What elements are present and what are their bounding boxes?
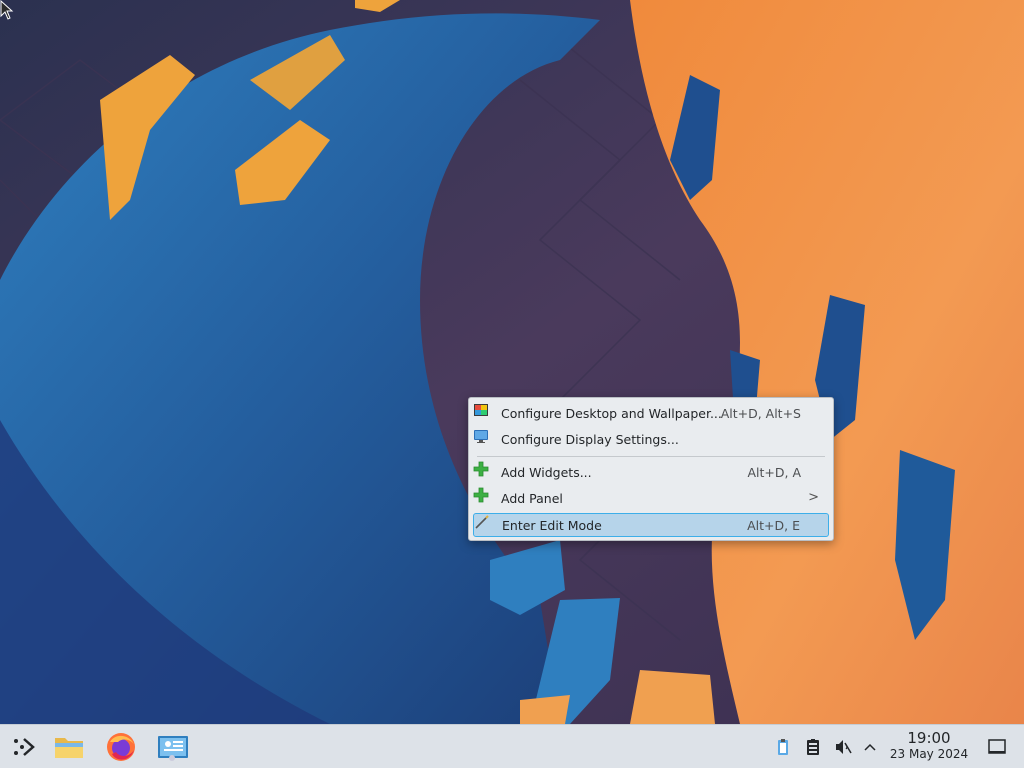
digital-clock[interactable]: 19:00 23 May 2024 (884, 729, 974, 765)
show-desktop-icon (988, 739, 1006, 754)
configure-desktop-icon (474, 404, 488, 416)
taskbar: 19:00 23 May 2024 (0, 724, 1024, 768)
tray-clipboard-paste[interactable] (773, 737, 793, 757)
menu-item-enter-edit-mode[interactable]: Enter Edit Mode Alt+D, E (473, 513, 829, 537)
clipboard-icon (807, 739, 819, 755)
display-settings-icon (474, 430, 488, 443)
volume-muted-icon (836, 740, 852, 754)
firefox-icon (107, 733, 135, 761)
menu-separator (477, 456, 825, 457)
clipboard-paste-icon (778, 739, 788, 755)
menu-item-add-widgets[interactable]: Add Widgets... Alt+D, A (473, 461, 829, 485)
desktop-wallpaper[interactable]: Configure Desktop and Wallpaper... Alt+D… (0, 0, 1024, 724)
add-icon (473, 487, 489, 503)
menu-item-configure-desktop[interactable]: Configure Desktop and Wallpaper... Alt+D… (473, 402, 829, 426)
taskbar-file-manager[interactable] (52, 730, 86, 764)
clock-date: 23 May 2024 (889, 747, 969, 761)
kde-launcher-icon (14, 738, 35, 756)
menu-item-label: Add Widgets... (501, 465, 592, 480)
tray-volume[interactable] (833, 737, 853, 757)
expand-tray-icon (864, 743, 876, 751)
tray-clipboard[interactable] (803, 737, 823, 757)
menu-item-shortcut: Alt+D, E (747, 518, 800, 533)
menu-item-configure-display[interactable]: Configure Display Settings... (473, 428, 829, 452)
application-launcher-button[interactable] (6, 730, 40, 764)
menu-item-label: Enter Edit Mode (502, 518, 602, 533)
wallpaper-graphic (0, 0, 1024, 724)
taskbar-system-settings[interactable] (156, 730, 190, 764)
system-settings-icon (158, 736, 188, 761)
menu-item-shortcut: Alt+D, Alt+S (720, 406, 801, 421)
edit-mode-icon (475, 515, 489, 529)
file-manager-icon (55, 738, 83, 758)
tray-expand[interactable] (860, 737, 880, 757)
menu-item-shortcut: Alt+D, A (747, 465, 801, 480)
menu-item-label: Configure Display Settings... (501, 432, 679, 447)
desktop-context-menu: Configure Desktop and Wallpaper... Alt+D… (468, 397, 834, 541)
add-icon (473, 461, 489, 477)
mouse-cursor-icon (0, 0, 14, 20)
menu-item-add-panel[interactable]: Add Panel > (473, 487, 829, 511)
clock-time: 19:00 (907, 729, 951, 747)
menu-item-label: Add Panel (501, 491, 563, 506)
submenu-arrow-icon: > (808, 490, 819, 505)
menu-item-label: Configure Desktop and Wallpaper... (501, 406, 722, 421)
taskbar-firefox[interactable] (104, 730, 138, 764)
show-desktop-button[interactable] (987, 737, 1007, 757)
